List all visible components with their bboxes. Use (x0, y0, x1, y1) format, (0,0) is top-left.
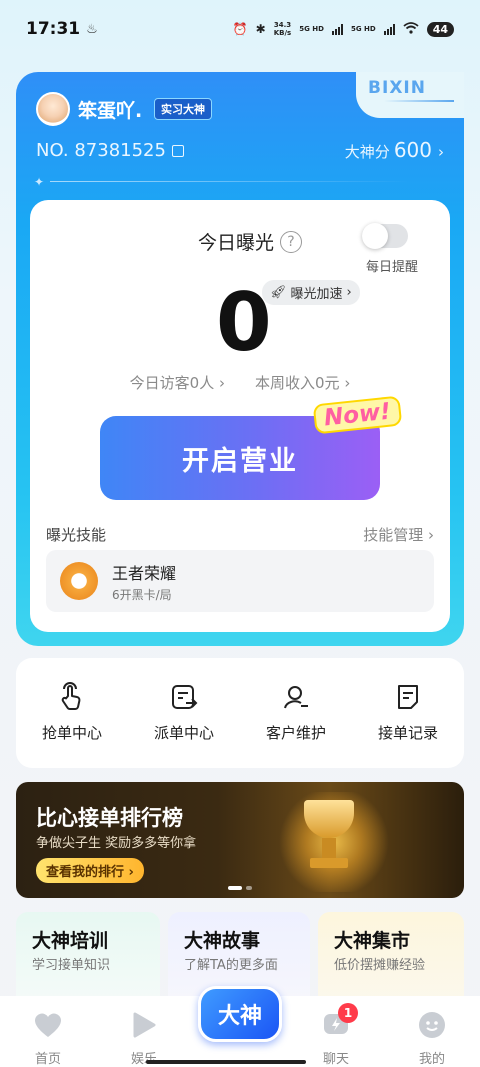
skills-title: 曝光技能 (46, 526, 107, 544)
play-icon (129, 1010, 159, 1040)
alarm-icon: ⏰ (232, 22, 248, 36)
signal-1-label: 5G HD (299, 25, 324, 33)
exposure-title-row: 今日曝光 ? (198, 228, 303, 255)
exposure-panel: 今日曝光 ? 每日提醒 0 🚀︎ 曝光加速 › 今日访客0人 › 本周收入0元 … (30, 200, 450, 632)
now-tag: Now! (312, 395, 403, 435)
signal-2-label: 5G HD (350, 25, 376, 33)
score-link[interactable]: 大神分 600 › (345, 138, 444, 162)
help-icon[interactable]: ? (280, 230, 303, 253)
status-bar: 17:31 ♨ ⏰ ✱ 34.3 KB/s 5G HD 5G HD 44 (0, 0, 480, 58)
flame-icon: ♨ (86, 21, 98, 37)
copy-icon[interactable] (171, 144, 184, 157)
game-icon (60, 562, 98, 600)
feature-desc: 了解TA的更多面 (184, 958, 278, 973)
nav-home[interactable]: 首页 (0, 996, 96, 1067)
status-time: 17:31 (26, 19, 81, 39)
score-value: 600 (393, 138, 432, 162)
daily-reminder-toggle[interactable] (362, 223, 408, 249)
feature-desc: 学习接单知识 (32, 958, 111, 973)
skill-price: 6开黑卡/局 (112, 588, 172, 602)
daily-reminder-label: 每日提醒 (365, 260, 418, 275)
toggle-knob (362, 223, 388, 249)
heart-icon (33, 1010, 63, 1040)
boost-label: 曝光加速 (290, 287, 343, 302)
chat-unread-badge: 1 (338, 1003, 358, 1023)
feature-title: 大神培训 (32, 930, 109, 952)
feature-title: 大神集市 (334, 930, 411, 952)
ranking-banner[interactable]: 比心接单排行榜 争做尖子生 奖励多多等你拿 查看我的排行 › (16, 782, 464, 898)
menu-order-records[interactable]: 接单记录 (352, 658, 464, 768)
user-id-row: NO. 87381525 (36, 140, 184, 161)
bluetooth-icon: ✱ (255, 22, 266, 36)
level-badge[interactable]: 实习大神 (154, 98, 212, 120)
rocket-icon: 🚀︎ (270, 285, 287, 300)
nav-center-button[interactable]: 大神 (198, 986, 282, 1042)
income-link[interactable]: 本周收入0元 › (255, 372, 350, 393)
banner-title: 比心接单排行榜 (36, 806, 183, 830)
nav-label: 聊天 (322, 1052, 349, 1067)
quick-menu: 抢单中心 派单中心 客户维护 接单记录 (16, 658, 464, 768)
nav-chat[interactable]: 聊天 (288, 996, 384, 1067)
battery-indicator: 44 (426, 21, 454, 37)
status-icons: ⏰ ✱ 34.3 KB/s 5G HD 5G HD 44 (233, 21, 454, 37)
home-indicator[interactable] (146, 1060, 306, 1064)
network-speed: 34.3 KB/s (273, 21, 292, 37)
brand-underline (384, 100, 454, 102)
feature-title: 大神故事 (184, 930, 261, 952)
nav-fun[interactable]: 娱乐 (96, 996, 192, 1067)
menu-label: 抢单中心 (41, 724, 102, 742)
brand-logo: BIXIN (368, 78, 426, 98)
feature-desc: 低价摆摊赚经验 (334, 958, 426, 973)
nav-label: 娱乐 (130, 1052, 157, 1067)
skills-manage-link[interactable]: 技能管理 › (363, 524, 434, 545)
menu-label: 接单记录 (377, 724, 438, 742)
divider-line (50, 181, 410, 182)
menu-label: 派单中心 (153, 724, 214, 742)
trophy-stem (322, 838, 336, 860)
nickname: 笨蛋吖. (78, 100, 143, 122)
signal-2-icon (383, 23, 395, 35)
hero-card: BIXIN 笨蛋吖. 实习大神 NO. 87381525 大神分 600 › ✦… (16, 72, 464, 646)
skill-card[interactable]: 王者荣耀 6开黑卡/局 (46, 550, 434, 612)
tap-hand-icon (61, 682, 81, 710)
chevron-right-icon: › (346, 285, 352, 300)
trophy-base (310, 858, 348, 868)
wifi-icon (403, 21, 419, 37)
visitors-link[interactable]: 今日访客0人 › (130, 372, 225, 393)
smile-face-icon (417, 1010, 447, 1040)
record-icon (398, 685, 418, 709)
user-id: NO. 87381525 (36, 140, 166, 161)
nav-label: 我的 (418, 1052, 445, 1067)
banner-subtitle: 争做尖子生 奖励多多等你拿 (36, 836, 197, 851)
score-label: 大神分 (344, 143, 390, 161)
menu-label: 客户维护 (265, 724, 326, 742)
avatar[interactable] (36, 92, 70, 126)
sparkle-icon: ✦ (34, 175, 45, 189)
nav-me[interactable]: 我的 (384, 996, 480, 1067)
menu-dispatch-orders[interactable]: 派单中心 (128, 658, 240, 768)
skills-header: 曝光技能 技能管理 › (46, 524, 434, 545)
view-ranking-button[interactable]: 查看我的排行 › (36, 858, 144, 883)
skill-name: 王者荣耀 (112, 564, 177, 583)
user-maintain-icon (284, 686, 308, 709)
carousel-dots (228, 886, 252, 890)
signal-1-icon (331, 23, 343, 35)
chevron-right-icon: › (438, 143, 444, 161)
exposure-title: 今日曝光 (198, 232, 275, 254)
menu-grab-orders[interactable]: 抢单中心 (16, 658, 128, 768)
menu-customer-care[interactable]: 客户维护 (240, 658, 352, 768)
stats-row: 今日访客0人 › 本周收入0元 › (30, 372, 450, 393)
dispatch-icon (172, 685, 198, 709)
boost-button[interactable]: 🚀︎ 曝光加速 › (262, 280, 360, 305)
nav-label: 首页 (34, 1052, 61, 1067)
